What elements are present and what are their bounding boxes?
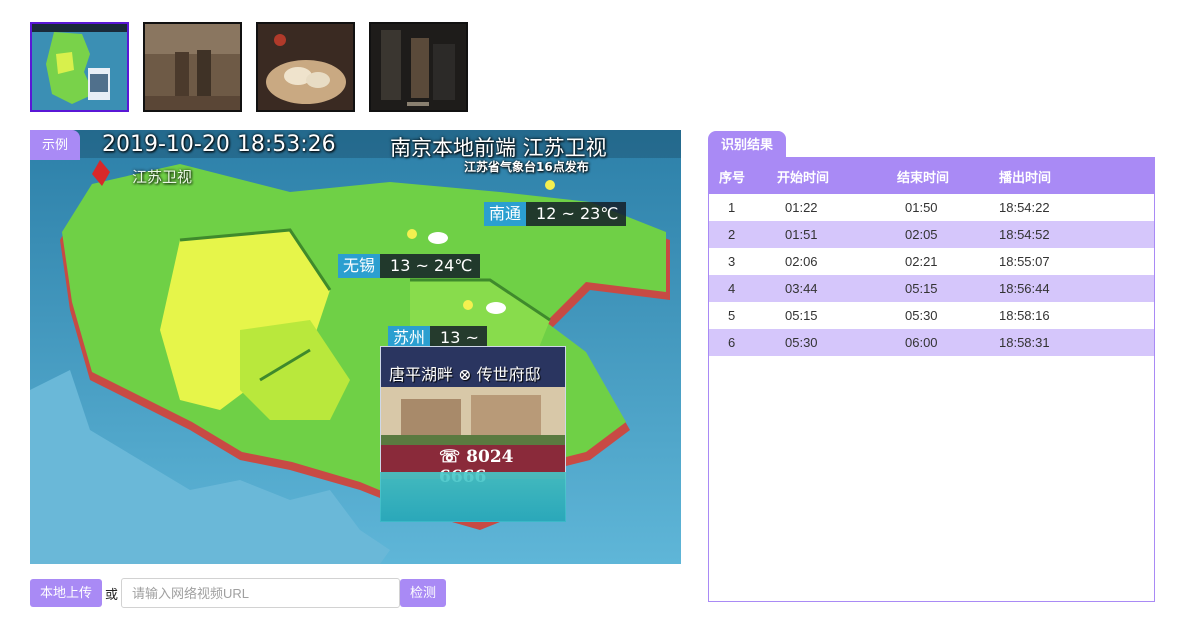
temp-nantong: 南通 12 ~ 23℃ — [484, 202, 627, 226]
cell-end: 06:00 — [905, 335, 938, 350]
or-label: 或 — [105, 586, 119, 602]
thumbnail-4[interactable] — [369, 22, 468, 112]
cell-index: 1 — [728, 200, 736, 215]
thumbnail-2[interactable] — [143, 22, 242, 112]
cell-start: 01:22 — [785, 200, 818, 215]
channel-logo-text: 江苏卫视 — [132, 168, 193, 186]
cell-end: 05:30 — [905, 308, 938, 323]
table-row[interactable]: 4 03:44 05:15 18:56:44 — [709, 275, 1154, 302]
results-panel: 序号 开始时间 结束时间 播出时间 1 01:22 01:50 18:54:22… — [708, 157, 1155, 602]
cell-air: 18:54:52 — [999, 227, 1050, 242]
cell-index: 3 — [728, 254, 736, 269]
table-row[interactable]: 3 02:06 02:21 18:55:07 — [709, 248, 1154, 275]
ad-headline: 唐平湖畔 ⊗ 传世府邸 — [389, 365, 541, 384]
table-row[interactable]: 1 01:22 01:50 18:54:22 — [709, 194, 1154, 221]
temp-range: 12 ~ 23℃ — [536, 204, 619, 223]
cell-start: 05:15 — [785, 308, 818, 323]
cell-air: 18:54:22 — [999, 200, 1050, 215]
food-scene-thumbnail-image — [258, 24, 353, 110]
results-header-row: 序号 开始时间 结束时间 播出时间 — [709, 158, 1154, 194]
col-start-time: 开始时间 — [777, 169, 830, 185]
example-tag: 示例 — [30, 130, 81, 160]
temp-city: 无锡 — [338, 254, 381, 278]
weather-map-thumbnail-image — [32, 24, 127, 110]
cell-index: 6 — [728, 335, 736, 350]
cell-start: 05:30 — [785, 335, 818, 350]
video-timestamp: 2019-10-20 18:53:26 — [102, 132, 336, 157]
dark-indoor-scene-thumbnail-image — [371, 24, 466, 110]
weather-map-frame — [30, 130, 681, 564]
cell-air: 18:58:31 — [999, 335, 1050, 350]
cell-air: 18:56:44 — [999, 281, 1050, 296]
temp-range: 13 ~ 24℃ — [390, 256, 473, 275]
release-note: 江苏省气象台16点发布 — [464, 160, 589, 174]
upload-row: 本地上传 或 检测 — [30, 578, 447, 608]
cell-start: 03:44 — [785, 281, 818, 296]
col-index: 序号 — [719, 169, 746, 185]
cell-start: 01:51 — [785, 227, 818, 242]
cell-index: 4 — [728, 281, 736, 296]
cell-index: 2 — [728, 227, 736, 242]
col-end-time: 结束时间 — [897, 169, 950, 185]
cell-end: 01:50 — [905, 200, 938, 215]
video-player[interactable]: 2019-10-20 18:53:26 南京本地前端 江苏卫视 江苏卫视 江苏省… — [30, 130, 681, 564]
thumbnail-1[interactable] — [30, 22, 129, 112]
cell-air: 18:55:07 — [999, 254, 1050, 269]
weather-strip — [380, 472, 566, 522]
cell-index: 5 — [728, 308, 736, 323]
cell-air: 18:58:16 — [999, 308, 1050, 323]
thumbnail-3[interactable] — [256, 22, 355, 112]
outdoor-scene-thumbnail-image — [145, 24, 240, 110]
results-tag: 识别结果 — [708, 131, 787, 158]
col-air-time: 播出时间 — [999, 169, 1052, 185]
cell-start: 02:06 — [785, 254, 818, 269]
local-upload-button[interactable]: 本地上传 — [30, 579, 103, 607]
thumbnail-strip — [30, 22, 468, 112]
table-row[interactable]: 2 01:51 02:05 18:54:52 — [709, 221, 1154, 248]
results-table: 序号 开始时间 结束时间 播出时间 1 01:22 01:50 18:54:22… — [709, 158, 1154, 356]
detect-button[interactable]: 检测 — [400, 579, 447, 607]
table-row[interactable]: 6 05:30 06:00 18:58:31 — [709, 329, 1154, 356]
temp-city: 南通 — [484, 202, 527, 226]
cell-end: 02:05 — [905, 227, 938, 242]
table-row[interactable]: 5 05:15 05:30 18:58:16 — [709, 302, 1154, 329]
cell-end: 05:15 — [905, 281, 938, 296]
temp-wuxi: 无锡 13 ~ 24℃ — [338, 254, 481, 278]
video-url-input[interactable] — [121, 578, 401, 608]
cell-end: 02:21 — [905, 254, 938, 269]
